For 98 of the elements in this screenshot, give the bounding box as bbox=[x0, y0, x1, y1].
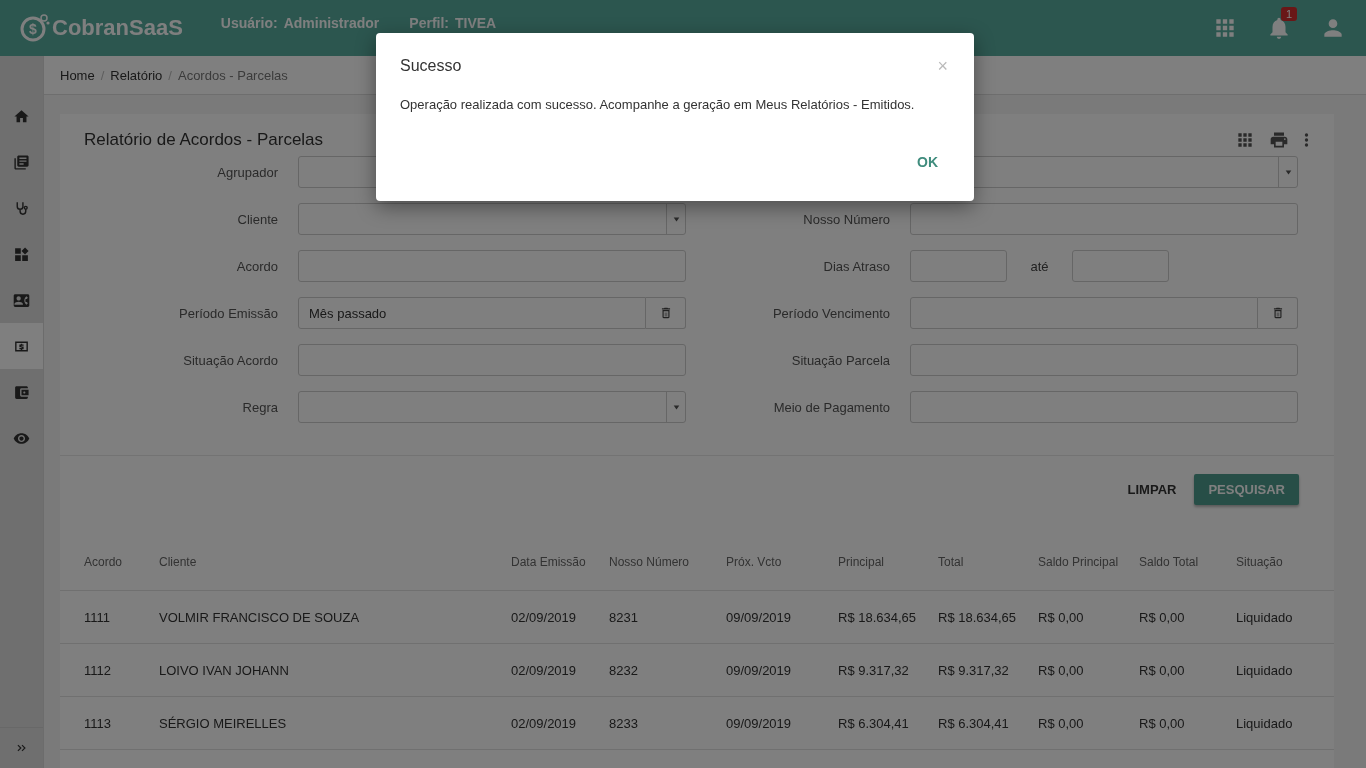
breadcrumb-link[interactable]: Home bbox=[60, 67, 95, 83]
table-cell-text: 09/09/2019 bbox=[726, 715, 793, 731]
table-cell-text: 8233 bbox=[609, 715, 639, 731]
table-cell-text: R$ 0,00 bbox=[1038, 715, 1085, 731]
field-label: Dias Atraso bbox=[822, 258, 890, 274]
column-header[interactable]: Acordo bbox=[84, 554, 159, 569]
field-label: Situação Acordo bbox=[182, 352, 278, 368]
text-field[interactable] bbox=[910, 391, 1298, 423]
dialog-message: Operação realizada com sucesso. Acompanhe a geração em Meus Relatórios - Emitidos. bbox=[400, 97, 916, 112]
field-label: Regra bbox=[241, 399, 278, 415]
table-cell-text: Liquidado bbox=[1236, 715, 1294, 731]
user-label: Usuário: bbox=[220, 15, 278, 31]
column-header[interactable]: Total bbox=[938, 554, 1038, 569]
clear-period-button[interactable] bbox=[646, 297, 686, 329]
period-field[interactable]: Mês passado bbox=[298, 297, 646, 329]
breadcrumb-separator: / bbox=[100, 67, 105, 83]
column-header[interactable]: Saldo Principal bbox=[1038, 554, 1139, 569]
breadcrumb-link[interactable]: Acordos - Parcelas bbox=[177, 67, 288, 83]
table-cell-text: 02/09/2019 bbox=[511, 715, 578, 731]
table-cell-text: 8231 bbox=[609, 609, 639, 625]
apps-grid-icon[interactable] bbox=[1235, 130, 1255, 150]
dropdown-caret-icon bbox=[1284, 169, 1292, 175]
table-cell-text: R$ 0,00 bbox=[1038, 609, 1085, 625]
table-cell-text: R$ 6.304,41 bbox=[938, 715, 1010, 731]
brand-name: CobranSaaS bbox=[52, 15, 183, 41]
user-name: Administrador bbox=[283, 15, 380, 31]
text-field[interactable] bbox=[910, 203, 1298, 235]
field-label: Meio de Pagamento bbox=[772, 399, 890, 415]
table-cell-text: 02/09/2019 bbox=[511, 662, 578, 678]
column-header[interactable]: Nosso Número bbox=[609, 554, 726, 569]
table-cell-text: 02/09/2019 bbox=[511, 609, 578, 625]
table-cell-text: 1112 bbox=[84, 662, 112, 678]
table-row[interactable]: 1112 LOIVO IVAN JOHANN 02/09/2019 8232 09/09/2019 R$ 9.317,32 R$ 9.317,32 R$ 0,00 R$ 0,00 Liquidado bbox=[60, 644, 1334, 697]
notification-count-badge: 1 bbox=[1280, 7, 1297, 21]
range-from-field[interactable] bbox=[910, 250, 1007, 282]
table-cell-text: R$ 9.317,32 bbox=[938, 662, 1010, 678]
column-header[interactable]: Data Emissão bbox=[511, 554, 609, 569]
field-label: Cliente bbox=[236, 211, 278, 227]
table-cell-text: R$ 0,00 bbox=[1139, 662, 1186, 678]
profile-name: TIVEA bbox=[455, 15, 497, 31]
table-cell-text: R$ 0,00 bbox=[1139, 609, 1186, 625]
table-cell-text: R$ 18.634,65 bbox=[838, 609, 918, 625]
column-header[interactable]: Próx. Vcto bbox=[726, 554, 838, 569]
field-label: Nosso Número bbox=[802, 211, 890, 227]
clear-button[interactable]: LIMPAR bbox=[1125, 474, 1179, 505]
library-icon bbox=[13, 153, 30, 171]
column-header[interactable]: Cliente bbox=[159, 554, 511, 569]
table-cell-text: R$ 18.634,65 bbox=[938, 609, 1018, 625]
more-options-icon[interactable] bbox=[1303, 130, 1310, 150]
field-label: Agrupador bbox=[216, 164, 278, 180]
table-cell-text: 09/09/2019 bbox=[726, 609, 793, 625]
field-label: Período Emissão bbox=[178, 305, 278, 321]
home-icon bbox=[13, 107, 30, 125]
table-cell-text: 09/09/2019 bbox=[726, 662, 793, 678]
select-field[interactable] bbox=[298, 391, 686, 423]
text-field[interactable] bbox=[910, 344, 1298, 376]
column-header[interactable]: Saldo Total bbox=[1139, 554, 1236, 569]
column-header[interactable]: Situação bbox=[1236, 554, 1334, 569]
dialog-title: Sucesso bbox=[400, 57, 462, 75]
sidebar-item[interactable] bbox=[0, 323, 43, 369]
dropdown-caret-icon bbox=[672, 404, 680, 410]
search-button[interactable]: PESQUISAR bbox=[1194, 474, 1299, 505]
range-separator: até bbox=[1029, 258, 1050, 274]
select-field[interactable] bbox=[298, 203, 686, 235]
clear-period-button[interactable] bbox=[1258, 297, 1298, 329]
dropdown-caret-icon bbox=[672, 216, 680, 222]
wallet-icon bbox=[13, 383, 30, 401]
breadcrumb-link[interactable]: Relatório bbox=[110, 67, 163, 83]
table-row[interactable]: 1113 SÉRGIO MEIRELLES 02/09/2019 8233 09/09/2019 R$ 6.304,41 R$ 6.304,41 R$ 0,00 R$ 0,00 Liquidado bbox=[60, 697, 1334, 750]
contact-card-icon bbox=[13, 291, 30, 309]
table-cell-text: R$ 9.317,32 bbox=[838, 662, 910, 678]
ok-button[interactable]: OK bbox=[907, 148, 948, 176]
table-cell-text: 8232 bbox=[609, 662, 639, 678]
text-field[interactable] bbox=[298, 344, 686, 376]
card-title: Relatório de Acordos - Parcelas bbox=[84, 130, 325, 150]
breadcrumb-separator: / bbox=[168, 67, 172, 83]
dashboard-icon bbox=[13, 245, 30, 263]
field-label: Acordo bbox=[235, 258, 278, 274]
table-cell-text: VOLMIR FRANCISCO DE SOUZA bbox=[159, 609, 361, 625]
field-label: Período Vencimento bbox=[771, 305, 890, 321]
table-cell-text: R$ 6.304,41 bbox=[838, 715, 910, 731]
table-cell-text: Liquidado bbox=[1236, 609, 1294, 625]
table-row[interactable]: 1111 VOLMIR FRANCISCO DE SOUZA 02/09/2019 8231 09/09/2019 R$ 18.634,65 R$ 18.634,65 R$ 0,00 R$ 0,00 Liquidado bbox=[60, 591, 1334, 644]
column-header[interactable]: Principal bbox=[838, 554, 938, 569]
table-cell-text: Liquidado bbox=[1236, 662, 1294, 678]
print-icon[interactable] bbox=[1269, 130, 1289, 150]
table-cell-text: SÉRGIO MEIRELLES bbox=[159, 715, 288, 731]
profile-label: Perfil: bbox=[409, 15, 449, 31]
table-cell-text: LOIVO IVAN JOHANN bbox=[159, 662, 290, 678]
table-cell-text: 1113 bbox=[84, 715, 112, 731]
table-cell-text: R$ 0,00 bbox=[1038, 662, 1085, 678]
range-to-field[interactable] bbox=[1072, 250, 1169, 282]
table-cell-text: R$ 0,00 bbox=[1139, 715, 1186, 731]
field-label: Situação Parcela bbox=[790, 352, 890, 368]
text-field[interactable] bbox=[298, 250, 686, 282]
close-button[interactable]: × bbox=[935, 57, 950, 75]
table-cell-text: 1111 bbox=[84, 609, 112, 625]
period-field[interactable] bbox=[910, 297, 1258, 329]
